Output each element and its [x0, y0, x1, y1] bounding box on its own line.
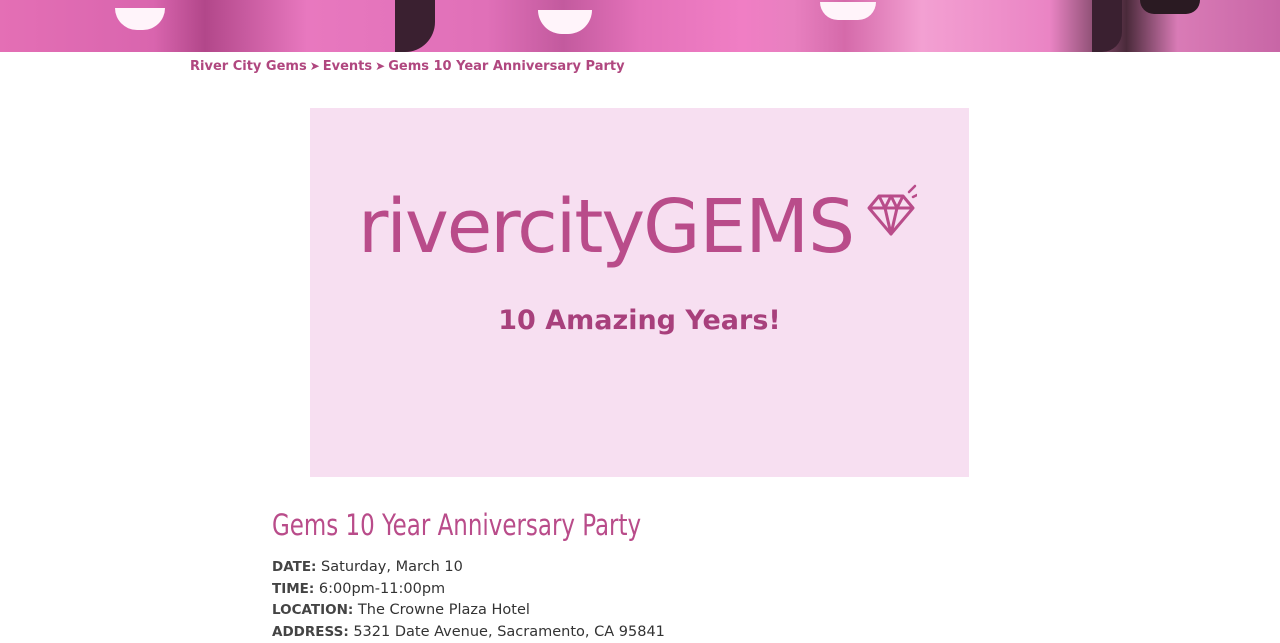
time-value: 6:00pm-11:00pm: [319, 581, 445, 597]
breadcrumb-separator: ➤: [375, 59, 385, 73]
hero-header-image: [0, 0, 1280, 52]
time-label: TIME:: [272, 581, 314, 597]
event-address-row: ADDRESS: 5321 Date Avenue, Sacramento, C…: [272, 622, 665, 643]
breadcrumb-separator: ➤: [310, 59, 320, 73]
breadcrumb: River City Gems➤Events➤Gems 10 Year Anni…: [190, 59, 625, 74]
hero-face-4: [1140, 0, 1200, 14]
breadcrumb-events-link[interactable]: Events: [323, 59, 372, 74]
event-title: Gems 10 Year Anniversary Party: [272, 508, 641, 542]
breadcrumb-current-page[interactable]: Gems 10 Year Anniversary Party: [388, 59, 624, 74]
hero-face-2: [538, 10, 592, 34]
event-time-row: TIME: 6:00pm-11:00pm: [272, 579, 665, 601]
hero-hair-2: [395, 0, 435, 52]
hero-face-3: [820, 2, 876, 20]
breadcrumb-home-link[interactable]: River City Gems: [190, 59, 307, 74]
location-value: The Crowne Plaza Hotel: [358, 602, 530, 618]
event-location-row: LOCATION: The Crowne Plaza Hotel: [272, 600, 665, 622]
address-label: ADDRESS:: [272, 624, 349, 640]
date-value: Saturday, March 10: [321, 559, 463, 575]
hero-face-1: [115, 8, 165, 30]
logo-text-light: rivercity: [358, 184, 643, 270]
event-date-row: DATE: Saturday, March 10: [272, 557, 665, 579]
event-details: DATE: Saturday, March 10 TIME: 6:00pm-11…: [272, 557, 665, 643]
date-label: DATE:: [272, 559, 316, 575]
river-city-gems-logo: rivercityGEMS: [358, 190, 854, 264]
hero-hair-4: [1092, 0, 1122, 52]
logo-text-bold: GEMS: [643, 184, 854, 270]
banner-tagline: 10 Amazing Years!: [310, 305, 969, 336]
event-banner-image: rivercityGEMS 10 Amazing Years!: [310, 108, 969, 477]
diamond-icon: [865, 184, 917, 240]
address-value: 5321 Date Avenue, Sacramento, CA 95841: [353, 624, 665, 640]
location-label: LOCATION:: [272, 602, 353, 618]
